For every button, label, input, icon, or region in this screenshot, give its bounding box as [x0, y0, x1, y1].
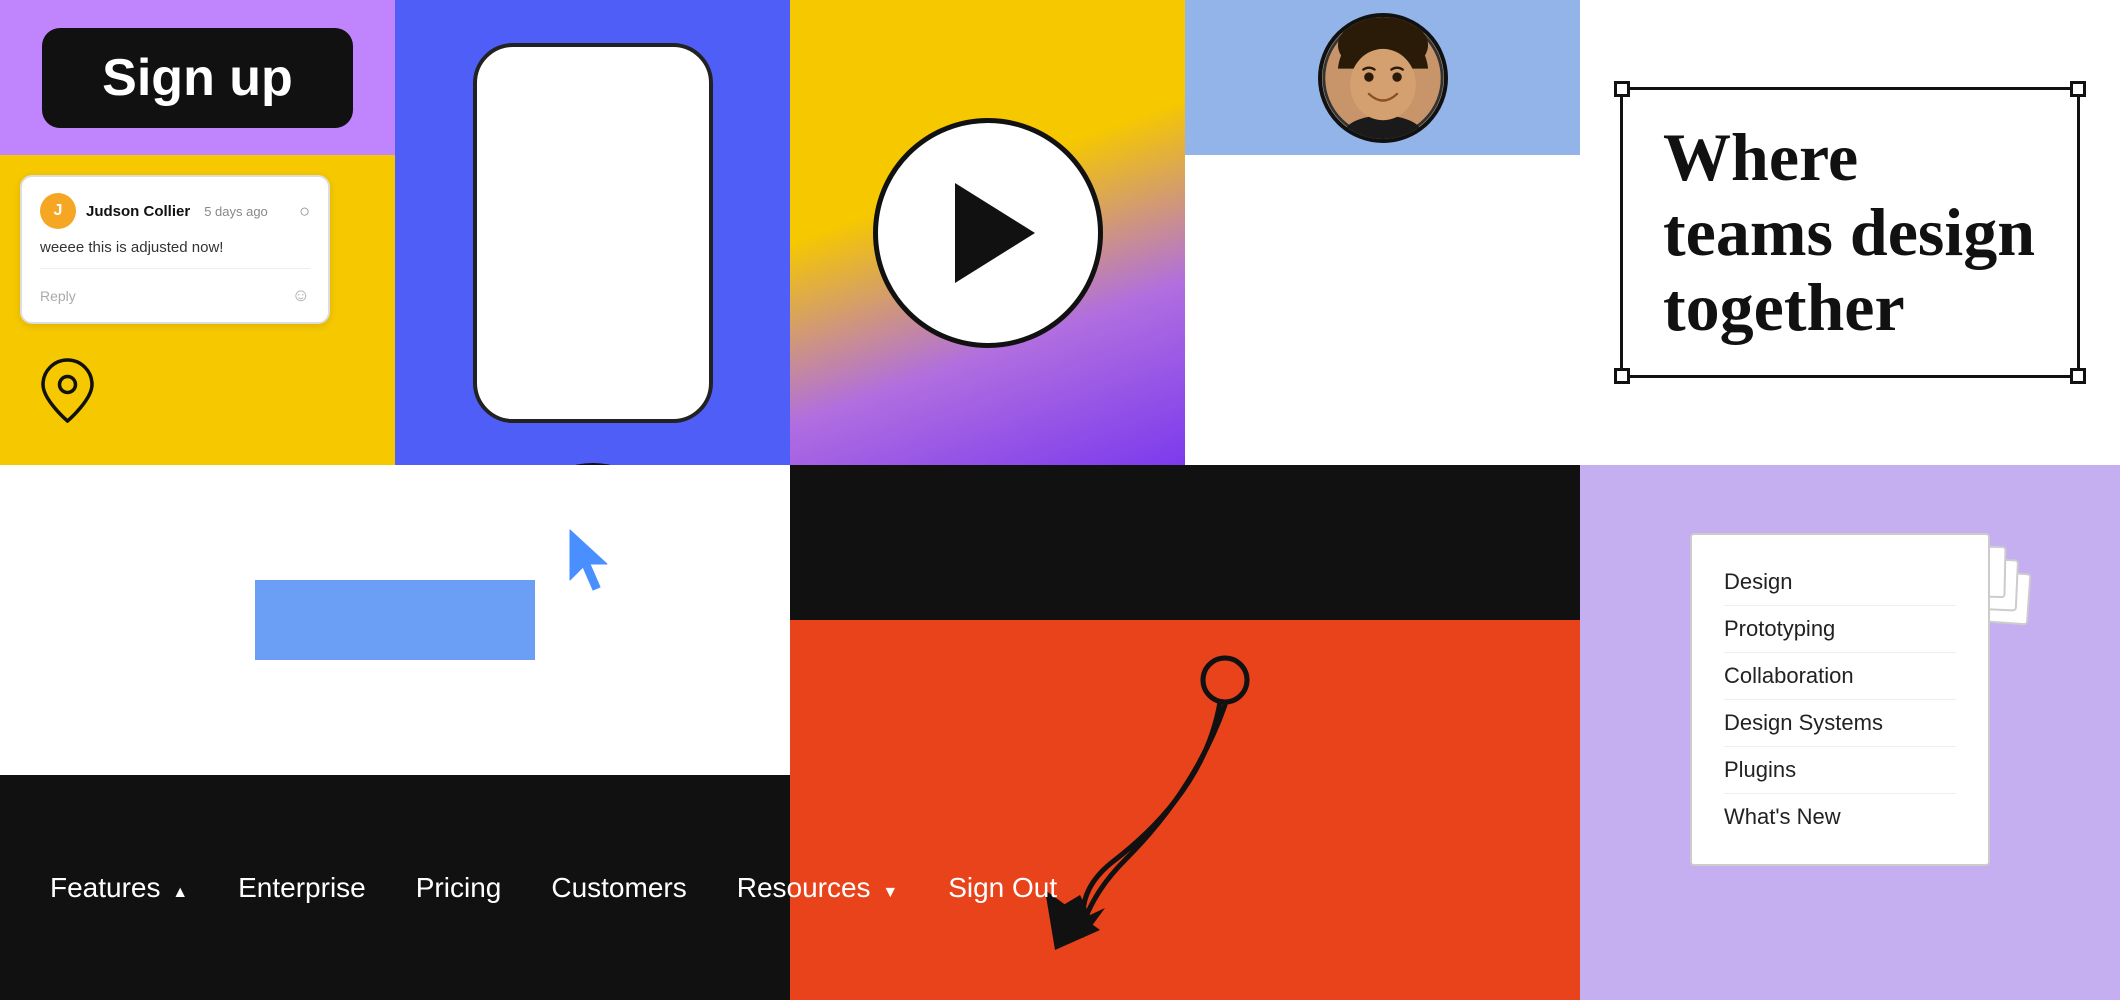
feature-item-plugins[interactable]: Plugins — [1724, 747, 1956, 794]
feature-card-stack: Design Prototyping Collaboration Design … — [1690, 533, 2010, 933]
feature-item-prototyping[interactable]: Prototyping — [1724, 606, 1956, 653]
avatar-illustration — [1322, 17, 1444, 139]
nav-item-features[interactable]: Features ▲ — [50, 872, 188, 904]
play-cell — [790, 0, 1185, 465]
corner-handle-bl — [1614, 368, 1630, 384]
play-icon — [955, 183, 1035, 283]
tagline-cell: Where teams design together — [1580, 0, 2120, 465]
phone-mockup-cell — [395, 0, 790, 465]
comment-header: J Judson Collier 5 days ago ○ — [40, 193, 310, 229]
feature-card-front: Design Prototyping Collaboration Design … — [1690, 533, 1990, 866]
comment-reply-label[interactable]: Reply — [40, 288, 76, 304]
feature-item-collaboration[interactable]: Collaboration — [1724, 653, 1956, 700]
avatar-cell — [1185, 0, 1580, 155]
nav-item-pricing[interactable]: Pricing — [416, 872, 502, 904]
comment-text: weeee this is adjusted now! — [40, 239, 310, 269]
comment-check-icon: ○ — [299, 201, 310, 222]
comment-card: J Judson Collier 5 days ago ○ weeee this… — [20, 175, 330, 324]
comment-footer: Reply ☺ — [40, 285, 310, 306]
tagline-box: Where teams design together — [1620, 87, 2080, 377]
avatar — [1318, 13, 1448, 143]
comment-avatar: J — [40, 193, 76, 229]
signup-cell: Sign up — [0, 0, 395, 155]
cursor-arrow-icon — [565, 525, 625, 595]
blue-rectangle — [255, 580, 535, 660]
corner-handle-tr — [2070, 81, 2086, 97]
path-cell — [790, 620, 1580, 1000]
path-illustration — [1025, 640, 1345, 980]
black-cell — [790, 465, 1580, 620]
corner-handle-br — [2070, 368, 2086, 384]
nav-bar: Features ▲ Enterprise Pricing Customers … — [0, 775, 790, 1000]
signup-button[interactable]: Sign up — [42, 28, 353, 128]
tagline-text: Where teams design together — [1663, 120, 2037, 344]
comment-time: 5 days ago — [204, 204, 268, 219]
features-cell: Design Prototyping Collaboration Design … — [1580, 465, 2120, 1000]
comment-author: Judson Collier — [86, 203, 190, 220]
feature-item-whats-new[interactable]: What's New — [1724, 794, 1956, 840]
feature-item-design-systems[interactable]: Design Systems — [1724, 700, 1956, 747]
feature-item-design[interactable]: Design — [1724, 559, 1956, 606]
comment-emoji-icon[interactable]: ☺ — [292, 285, 310, 306]
resources-arrow-icon: ▼ — [882, 884, 898, 901]
features-arrow-icon: ▲ — [172, 884, 188, 901]
play-button[interactable] — [873, 118, 1103, 348]
comment-cell: J Judson Collier 5 days ago ○ weeee this… — [0, 155, 395, 465]
location-pin-icon — [40, 358, 95, 435]
nav-item-enterprise[interactable]: Enterprise — [238, 872, 366, 904]
nav-item-customers[interactable]: Customers — [551, 872, 686, 904]
nav-item-signout[interactable]: Sign Out — [948, 872, 1057, 904]
nav-item-resources[interactable]: Resources ▼ — [737, 872, 898, 904]
corner-handle-tl — [1614, 81, 1630, 97]
cursor-cell — [0, 465, 790, 775]
phone-mockup — [473, 43, 713, 423]
